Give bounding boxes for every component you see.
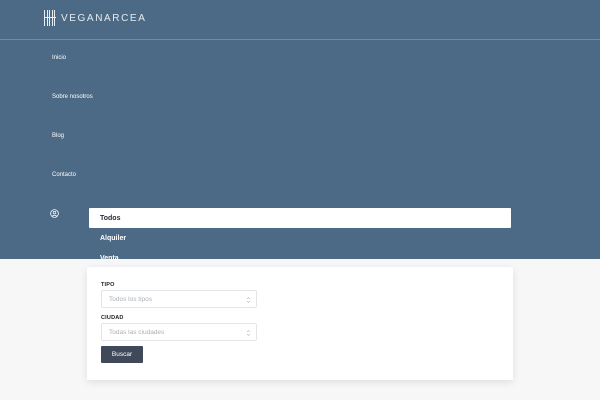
tab-venta[interactable]: Venta <box>89 248 511 268</box>
search-button[interactable]: Buscar <box>101 346 143 363</box>
search-card: TIPO Todos los tipos CIUDAD Todas las ci… <box>87 267 513 380</box>
header-band: VEGANARCEA Inicio Sobre nosotros Blog Co… <box>0 0 600 262</box>
nav-item-inicio[interactable]: Inicio <box>52 55 66 61</box>
header-divider <box>0 39 600 40</box>
ciudad-label: CIUDAD <box>101 315 124 321</box>
select-arrows-icon <box>246 330 251 336</box>
search-tabs: Todos Alquiler Venta <box>89 208 511 268</box>
brand-logo[interactable]: VEGANARCEA <box>44 9 146 27</box>
tab-alquiler[interactable]: Alquiler <box>89 228 511 248</box>
select-arrows-icon <box>246 297 251 303</box>
tipo-select[interactable]: Todos los tipos <box>101 290 257 308</box>
nav-item-blog[interactable]: Blog <box>52 133 64 139</box>
ciudad-select[interactable]: Todas las ciudades <box>101 323 257 341</box>
tipo-label: TIPO <box>101 282 115 288</box>
brand-name: VEGANARCEA <box>61 12 147 24</box>
nav-item-contacto[interactable]: Contacto <box>52 172 76 178</box>
tab-todos[interactable]: Todos <box>89 208 511 228</box>
user-circle-icon[interactable] <box>50 209 59 218</box>
tipo-select-value: Todos los tipos <box>109 296 152 303</box>
brand-mark-icon <box>44 9 56 27</box>
ciudad-select-value: Todas las ciudades <box>109 329 165 336</box>
nav-item-sobre-nosotros[interactable]: Sobre nosotros <box>52 94 93 100</box>
